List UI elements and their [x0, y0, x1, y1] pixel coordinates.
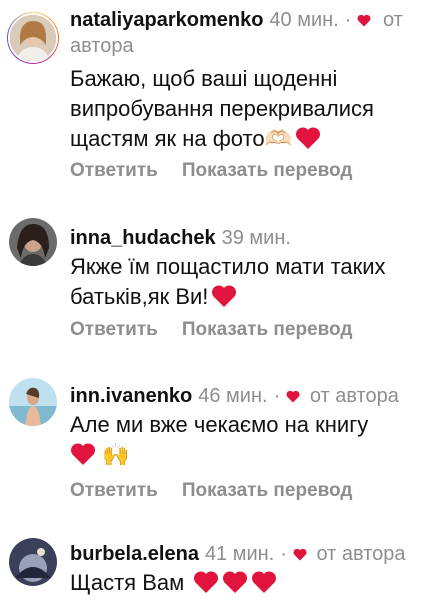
comment-header: burbela.elena 41 мин. · от автора — [70, 542, 406, 566]
red-heart-icon — [194, 571, 219, 593]
red-heart-icon — [223, 571, 248, 593]
username[interactable]: burbela.elena — [70, 543, 199, 565]
comment-text: Щастя Вам — [70, 568, 430, 598]
separator-dot: · — [280, 543, 287, 565]
heart-icon — [293, 548, 307, 561]
timestamp: 41 мин. — [204, 543, 275, 565]
red-heart-icon — [252, 571, 277, 593]
comment-4: burbela.elena 41 мин. · от автора Щастя Ва… — [0, 0, 442, 600]
avatar-photo-icon — [9, 538, 57, 586]
author-liked-label: от автора — [316, 543, 406, 565]
avatar[interactable] — [9, 538, 57, 586]
